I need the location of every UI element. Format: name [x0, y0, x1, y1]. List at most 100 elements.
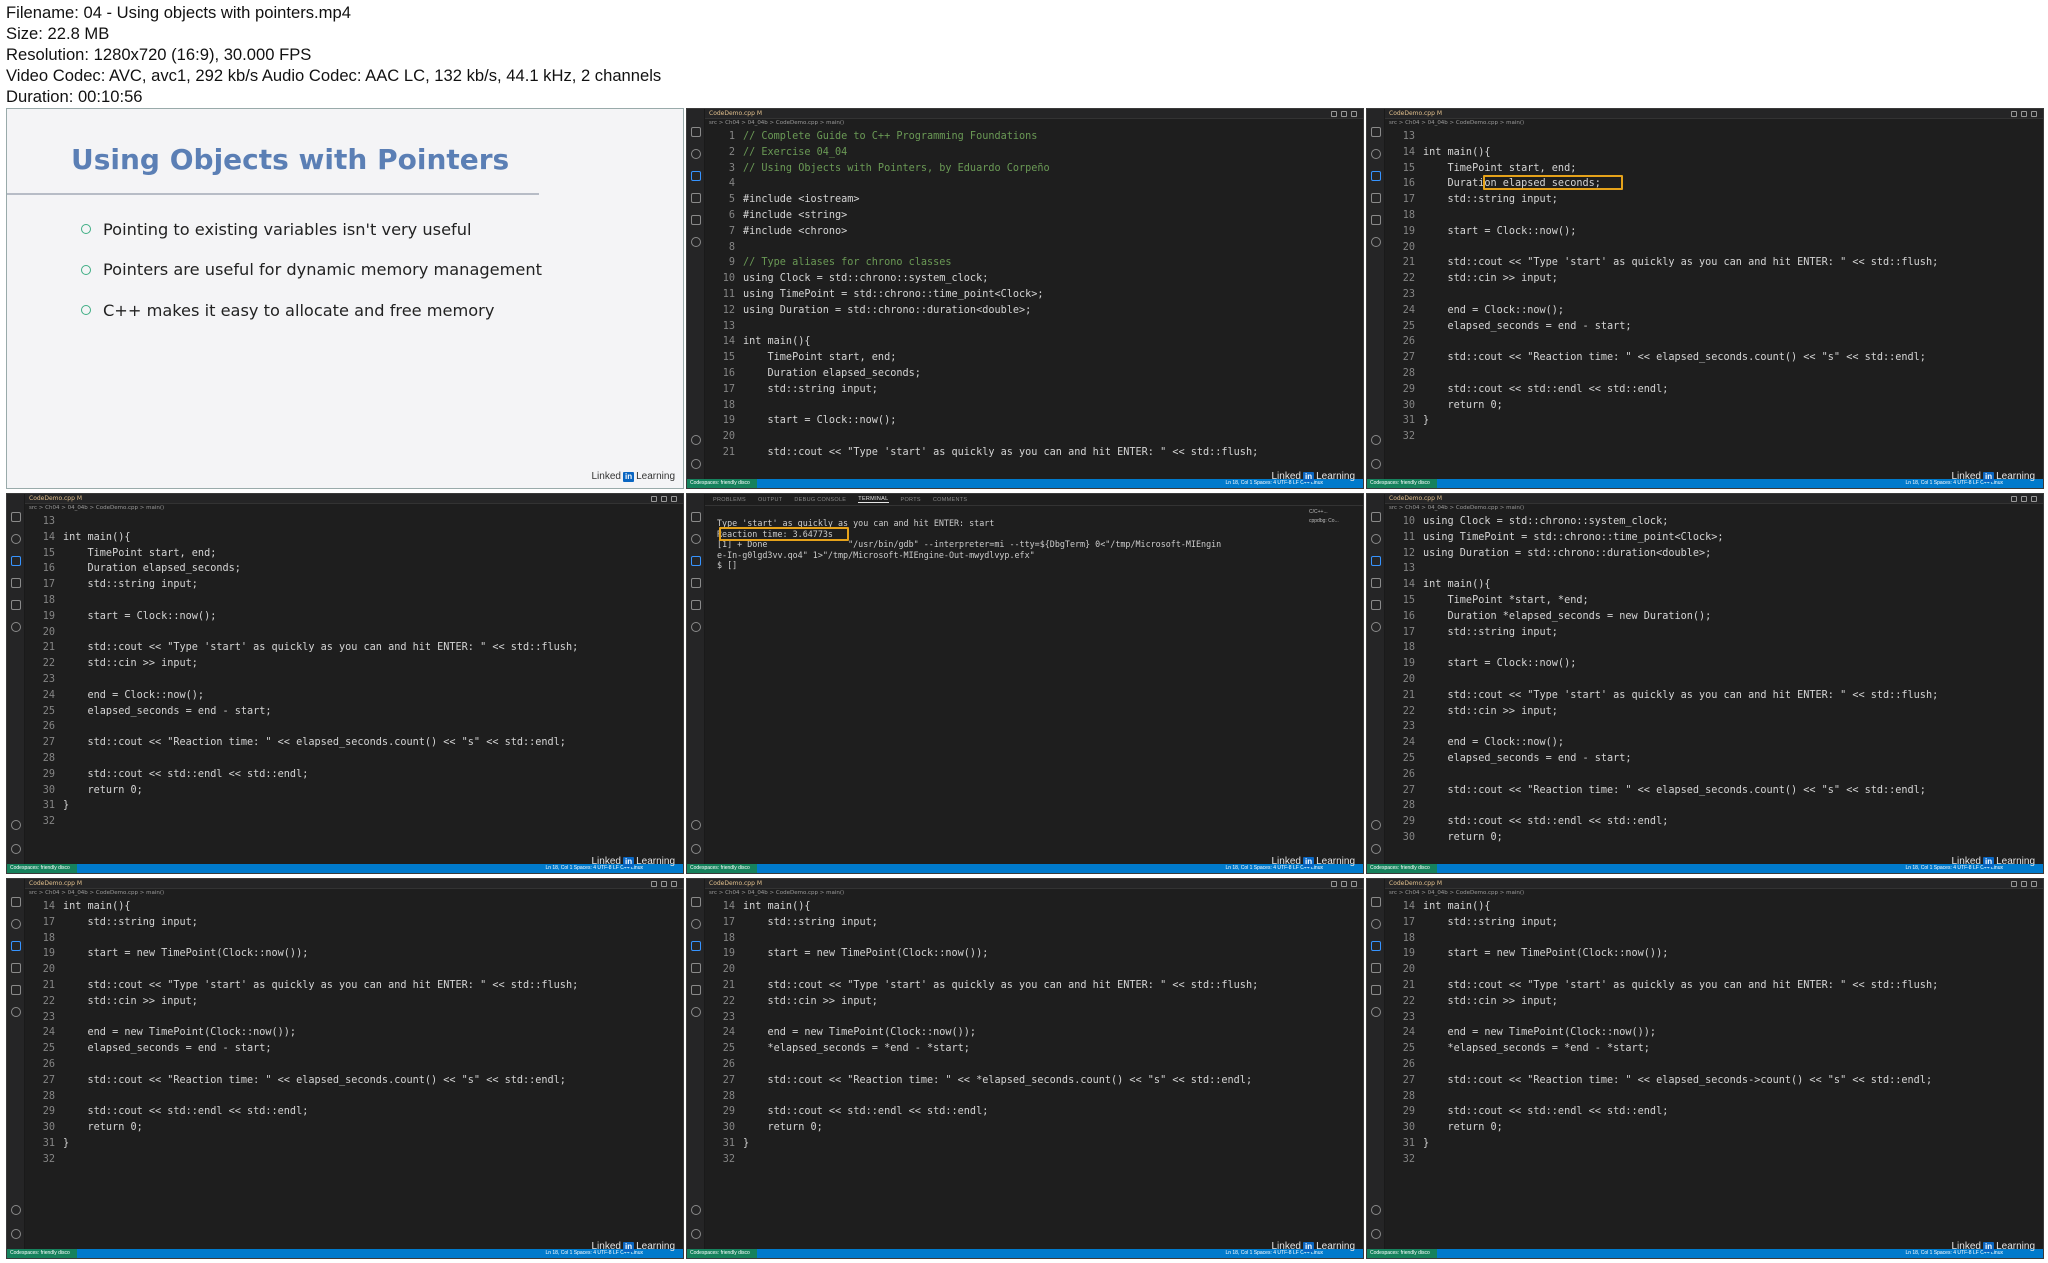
settings-gear-icon[interactable]	[1371, 1229, 1381, 1239]
github-icon[interactable]	[11, 1007, 21, 1017]
source-control-icon[interactable]	[691, 171, 701, 181]
github-icon[interactable]	[11, 622, 21, 632]
github-icon[interactable]	[691, 237, 701, 247]
extensions-icon[interactable]	[691, 985, 701, 995]
code-editor[interactable]: 13 14 int main(){15 TimePoint start, end; 1…	[25, 514, 683, 864]
account-icon[interactable]	[11, 1205, 21, 1215]
code-editor[interactable]: 14 int main(){17 std::string input; 18 19 s…	[25, 899, 683, 1249]
github-icon[interactable]	[1371, 622, 1381, 632]
breadcrumb[interactable]: src > Ch04 > 04_04b > CodeDemo.cpp > mai…	[29, 505, 164, 511]
tab-ports[interactable]: PORTS	[901, 497, 921, 503]
run-debug-icon[interactable]	[11, 963, 21, 973]
remote-indicator[interactable]: Codespaces: friendly disco	[1367, 1249, 1437, 1258]
source-control-icon[interactable]	[691, 556, 701, 566]
remote-indicator[interactable]: Codespaces: friendly disco	[687, 479, 757, 488]
search-icon[interactable]	[691, 919, 701, 929]
editor-tab[interactable]: CodeDemo.cpp M	[709, 880, 762, 887]
more-actions-icon[interactable]	[1341, 111, 1347, 117]
settings-gear-icon[interactable]	[1371, 844, 1381, 854]
split-editor-icon[interactable]	[651, 496, 657, 502]
code-editor[interactable]: 1 // Complete Guide to C++ Programming Fo…	[705, 129, 1363, 479]
source-control-icon[interactable]	[1371, 556, 1381, 566]
editor-tab[interactable]: CodeDemo.cpp M	[1389, 495, 1442, 502]
layout-icon[interactable]	[2031, 111, 2037, 117]
github-icon[interactable]	[691, 1007, 701, 1017]
breadcrumb[interactable]: src > Ch04 > 04_04b > CodeDemo.cpp > mai…	[1389, 890, 1524, 896]
settings-gear-icon[interactable]	[11, 1229, 21, 1239]
extensions-icon[interactable]	[691, 215, 701, 225]
editor-tab[interactable]: CodeDemo.cpp M	[709, 110, 762, 117]
explorer-icon[interactable]	[1371, 512, 1381, 522]
remote-indicator[interactable]: Codespaces: friendly disco	[1367, 864, 1437, 873]
split-editor-icon[interactable]	[1331, 881, 1337, 887]
remote-indicator[interactable]: Codespaces: friendly disco	[7, 864, 77, 873]
breadcrumb[interactable]: src > Ch04 > 04_04b > CodeDemo.cpp > mai…	[709, 890, 844, 896]
extensions-icon[interactable]	[691, 600, 701, 610]
extensions-icon[interactable]	[1371, 215, 1381, 225]
split-editor-icon[interactable]	[2011, 496, 2017, 502]
run-debug-icon[interactable]	[1371, 963, 1381, 973]
account-icon[interactable]	[691, 435, 701, 445]
layout-icon[interactable]	[2031, 496, 2037, 502]
run-debug-icon[interactable]	[691, 193, 701, 203]
account-icon[interactable]	[1371, 1205, 1381, 1215]
remote-indicator[interactable]: Codespaces: friendly disco	[1367, 479, 1437, 488]
search-icon[interactable]	[691, 534, 701, 544]
settings-gear-icon[interactable]	[691, 844, 701, 854]
github-icon[interactable]	[1371, 1007, 1381, 1017]
remote-indicator[interactable]: Codespaces: friendly disco	[687, 864, 757, 873]
terminal-list-item[interactable]: C/C++...	[1309, 508, 1357, 517]
more-actions-icon[interactable]	[2021, 111, 2027, 117]
tab-terminal[interactable]: TERMINAL	[858, 496, 889, 503]
editor-tab[interactable]: CodeDemo.cpp M	[29, 880, 82, 887]
split-editor-icon[interactable]	[1331, 111, 1337, 117]
breadcrumb[interactable]: src > Ch04 > 04_04b > CodeDemo.cpp > mai…	[29, 890, 164, 896]
account-icon[interactable]	[1371, 820, 1381, 830]
code-editor[interactable]: 10 using Clock = std::chrono::system_cloc…	[1385, 514, 2043, 864]
breadcrumb[interactable]: src > Ch04 > 04_04b > CodeDemo.cpp > mai…	[709, 120, 844, 126]
explorer-icon[interactable]	[691, 897, 701, 907]
breadcrumb[interactable]: src > Ch04 > 04_04b > CodeDemo.cpp > mai…	[1389, 505, 1524, 511]
run-debug-icon[interactable]	[11, 578, 21, 588]
editor-tab[interactable]: CodeDemo.cpp M	[29, 495, 82, 502]
layout-icon[interactable]	[1351, 111, 1357, 117]
layout-icon[interactable]	[2031, 881, 2037, 887]
split-editor-icon[interactable]	[651, 881, 657, 887]
explorer-icon[interactable]	[691, 512, 701, 522]
run-debug-icon[interactable]	[691, 963, 701, 973]
explorer-icon[interactable]	[11, 897, 21, 907]
settings-gear-icon[interactable]	[11, 844, 21, 854]
code-editor[interactable]: 13 14 int main(){15 TimePoint start, end; 1…	[1385, 129, 2043, 479]
search-icon[interactable]	[1371, 149, 1381, 159]
source-control-icon[interactable]	[691, 941, 701, 951]
more-actions-icon[interactable]	[1341, 881, 1347, 887]
account-icon[interactable]	[11, 820, 21, 830]
editor-tab[interactable]: CodeDemo.cpp M	[1389, 880, 1442, 887]
source-control-icon[interactable]	[1371, 171, 1381, 181]
extensions-icon[interactable]	[11, 600, 21, 610]
more-actions-icon[interactable]	[2021, 881, 2027, 887]
explorer-icon[interactable]	[1371, 897, 1381, 907]
tab-comments[interactable]: COMMENTS	[933, 497, 967, 503]
run-debug-icon[interactable]	[691, 578, 701, 588]
layout-icon[interactable]	[671, 881, 677, 887]
code-editor[interactable]: 14 int main(){17 std::string input; 18 19 s…	[705, 899, 1363, 1249]
search-icon[interactable]	[11, 919, 21, 929]
github-icon[interactable]	[1371, 237, 1381, 247]
tab-output[interactable]: OUTPUT	[758, 497, 782, 503]
settings-gear-icon[interactable]	[691, 459, 701, 469]
source-control-icon[interactable]	[1371, 941, 1381, 951]
github-icon[interactable]	[691, 622, 701, 632]
layout-icon[interactable]	[671, 496, 677, 502]
settings-gear-icon[interactable]	[691, 1229, 701, 1239]
explorer-icon[interactable]	[1371, 127, 1381, 137]
tab-debug-console[interactable]: DEBUG CONSOLE	[794, 497, 846, 503]
source-control-icon[interactable]	[11, 941, 21, 951]
run-debug-icon[interactable]	[1371, 578, 1381, 588]
more-actions-icon[interactable]	[661, 496, 667, 502]
settings-gear-icon[interactable]	[1371, 459, 1381, 469]
remote-indicator[interactable]: Codespaces: friendly disco	[687, 1249, 757, 1258]
more-actions-icon[interactable]	[2021, 496, 2027, 502]
search-icon[interactable]	[11, 534, 21, 544]
split-editor-icon[interactable]	[2011, 111, 2017, 117]
